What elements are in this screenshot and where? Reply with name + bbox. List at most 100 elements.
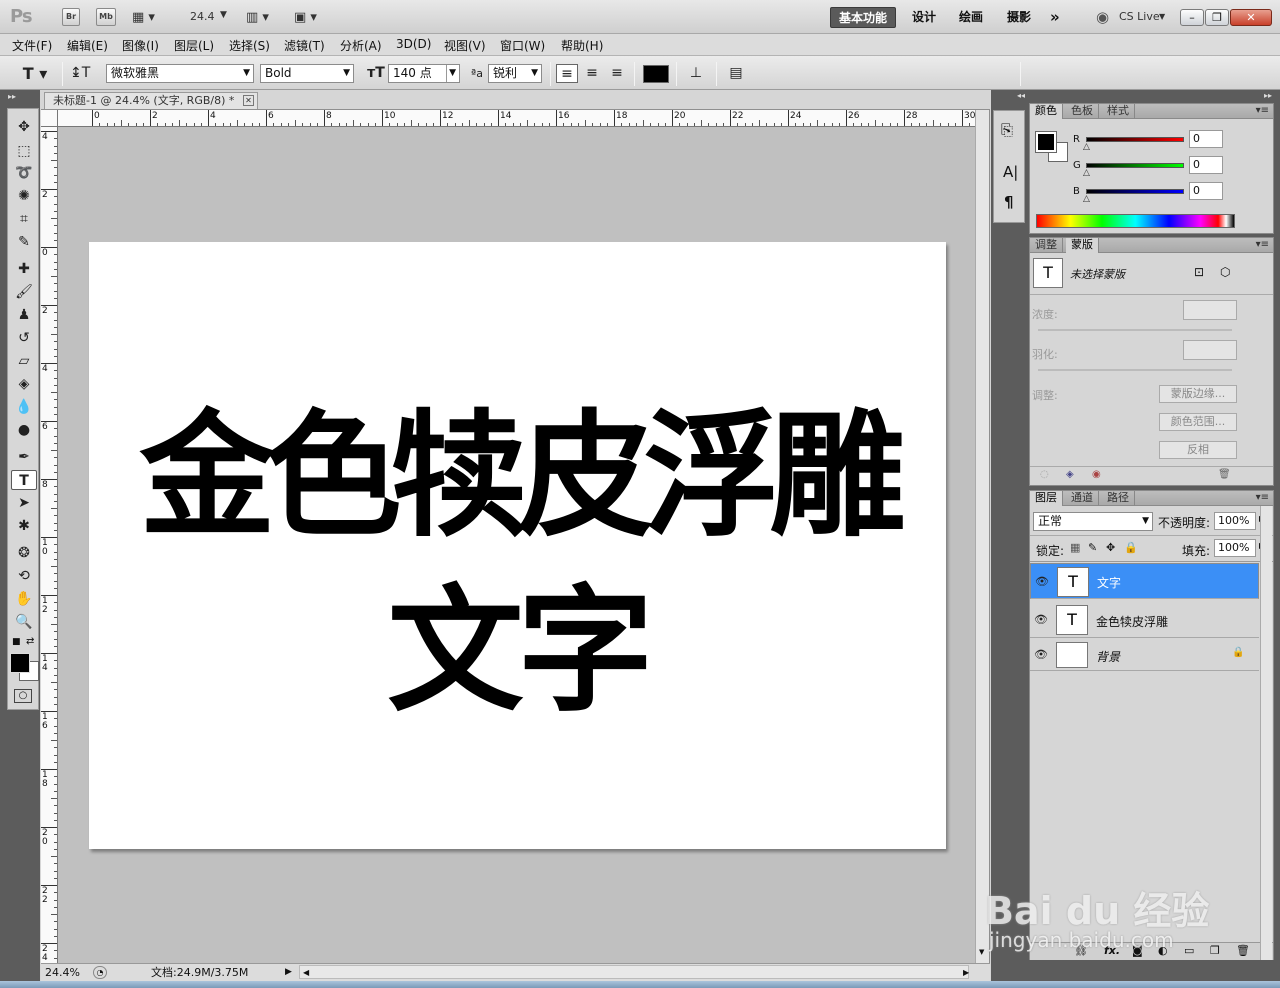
workspace-design[interactable]: 设计 [904,7,944,28]
more-workspaces-icon[interactable]: » [1042,7,1068,28]
close-document-icon[interactable]: ✕ [243,95,254,106]
layer-row-title-text[interactable]: 👁 T 金色犊皮浮雕 [1030,602,1259,638]
blur-tool-icon[interactable]: 💧 [11,397,37,417]
menu-layer[interactable]: 图层(L) [174,37,214,54]
layers-scrollbar[interactable] [1260,506,1272,960]
density-slider[interactable] [1038,329,1232,331]
clone-stamp-tool-icon[interactable]: ♟ [11,305,37,325]
character-panel-icon[interactable]: ▤ [726,64,746,83]
screen-mode-icon[interactable]: ▣ ▾ [294,10,317,25]
layer-row-text[interactable]: 👁 T 文字 [1030,563,1259,599]
healing-brush-tool-icon[interactable]: ✚ [11,259,37,279]
visibility-eye-icon[interactable]: 👁 [1032,611,1050,629]
layer-row-background[interactable]: 👁 背景 🔒 [1030,639,1259,671]
cs-live-icon[interactable]: ◉ [1096,8,1109,26]
swap-colors-icon[interactable]: ⇄ [26,636,34,647]
arrange-documents-icon[interactable]: ▥ ▾ [246,10,269,25]
status-menu-arrow-icon[interactable]: ▶ [285,964,292,981]
menu-edit[interactable]: 编辑(E) [67,37,108,54]
history-panel-icon[interactable]: ⎘ [1001,121,1013,139]
invert-button[interactable]: 反相 [1159,441,1237,459]
menu-file[interactable]: 文件(F) [12,37,52,54]
scroll-left-icon[interactable]: ◀ [303,964,309,981]
quick-selection-tool-icon[interactable]: ✺ [11,186,37,206]
menu-view[interactable]: 视图(V) [444,37,486,54]
status-info-icon[interactable]: ◔ [93,966,107,979]
mini-bridge-button[interactable]: Mb [96,8,116,26]
default-colors-icon[interactable]: ■ [12,637,21,647]
lasso-tool-icon[interactable]: ➰ [11,163,37,183]
scroll-right-icon[interactable]: ▶ [963,964,969,981]
font-style-select[interactable]: Bold ▼ [260,64,354,83]
minimize-button[interactable]: – [1180,9,1204,26]
marquee-tool-icon[interactable]: ⬚ [11,141,37,161]
3d-rotate-tool-icon[interactable]: ❂ [11,543,37,563]
menu-analysis[interactable]: 分析(A) [340,37,382,54]
shape-tool-icon[interactable]: ✱ [11,516,37,536]
align-right-icon[interactable]: ≡ [606,64,628,83]
vector-mask-icon[interactable]: ⬡ [1220,265,1230,279]
scroll-down-icon[interactable]: ▼ [979,948,984,956]
blue-slider-handle-icon[interactable]: △ [1083,194,1090,204]
eraser-tool-icon[interactable]: ▱ [11,351,37,371]
zoom-dropdown-icon[interactable]: ▼ [220,10,227,20]
workspace-photography[interactable]: 摄影 [999,7,1039,28]
zoom-level[interactable]: 24.4 [190,10,215,23]
feather-input[interactable] [1183,340,1237,360]
dodge-tool-icon[interactable]: ● [11,420,37,440]
align-center-icon[interactable]: ≡ [581,64,603,83]
delete-mask-icon[interactable]: 🗑 [1218,469,1231,480]
brush-tool-icon[interactable]: 🖌 [11,282,37,302]
feather-slider[interactable] [1038,369,1232,371]
document-tab[interactable]: 未标题-1 @ 24.4% (文字, RGB/8) * ✕ [44,92,258,109]
workspace-essentials[interactable]: 基本功能 [830,7,897,28]
fill-input[interactable]: 100% [1214,539,1256,557]
blend-mode-select[interactable]: 正常 ▼ [1033,512,1153,531]
green-slider-handle-icon[interactable]: △ [1083,168,1090,178]
tab-layers[interactable]: 图层 [1030,491,1063,506]
path-selection-tool-icon[interactable]: ➤ [11,493,37,513]
visibility-eye-icon[interactable]: 👁 [1032,646,1050,664]
mask-edge-button[interactable]: 蒙版边缘... [1159,385,1237,403]
tab-paths[interactable]: 路径 [1102,491,1135,506]
quick-mask-icon[interactable]: ○ [14,689,32,703]
opacity-input[interactable]: 100% [1214,512,1256,530]
restore-button[interactable]: ❐ [1205,9,1229,26]
toggle-text-orientation-icon[interactable]: ↨T [70,64,90,83]
color-range-button[interactable]: 颜色范围... [1159,413,1237,431]
lock-position-icon[interactable]: ✥ [1106,541,1115,554]
vertical-ruler[interactable]: 4 2 0 2 4 6 8 10 12 14 16 18 20 22 24 [41,127,58,963]
menu-image[interactable]: 图像(I) [122,37,159,54]
density-input[interactable] [1183,300,1237,320]
text-color-swatch[interactable] [643,65,669,83]
tab-channels[interactable]: 通道 [1066,491,1099,506]
color-foreground-swatch[interactable] [1035,131,1057,153]
delete-layer-icon[interactable]: 🗑 [1236,944,1250,957]
workspace-painting[interactable]: 绘画 [951,7,991,28]
cs-live-button[interactable]: CS Live [1119,10,1160,23]
green-slider[interactable] [1086,163,1184,168]
expand-dock-icon[interactable]: ◂◂ [1017,91,1025,100]
3d-orbit-tool-icon[interactable]: ⟲ [11,566,37,586]
warp-text-icon[interactable]: ⊥ [686,64,706,83]
status-zoom[interactable]: 24.4% [45,964,80,981]
horizontal-scrollbar[interactable] [299,965,969,979]
foreground-color-swatch[interactable] [10,653,30,673]
tab-styles[interactable]: 样式 [1102,104,1135,119]
cs-live-dropdown-icon[interactable]: ▼ [1159,12,1165,21]
ruler-origin[interactable] [41,110,58,127]
menu-select[interactable]: 选择(S) [229,37,270,54]
red-slider[interactable] [1086,137,1184,142]
apply-mask-icon[interactable]: ◈ [1066,469,1074,480]
disable-mask-icon[interactable]: ◉ [1092,469,1101,480]
red-slider-handle-icon[interactable]: △ [1083,142,1090,152]
tab-color[interactable]: 颜色 [1030,104,1063,119]
tab-swatches[interactable]: 色板 [1066,104,1099,119]
paint-bucket-tool-icon[interactable]: ◈ [11,374,37,394]
layers-panel-menu-icon[interactable]: ▾≡ [1256,492,1269,503]
character-panel-icon[interactable]: A| [1003,163,1018,181]
tab-masks[interactable]: 蒙版 [1066,238,1099,253]
zoom-tool-icon[interactable]: 🔍 [11,612,37,632]
history-brush-tool-icon[interactable]: ↺ [11,328,37,348]
text-tool-preset-icon[interactable]: T ▾ [20,64,50,83]
